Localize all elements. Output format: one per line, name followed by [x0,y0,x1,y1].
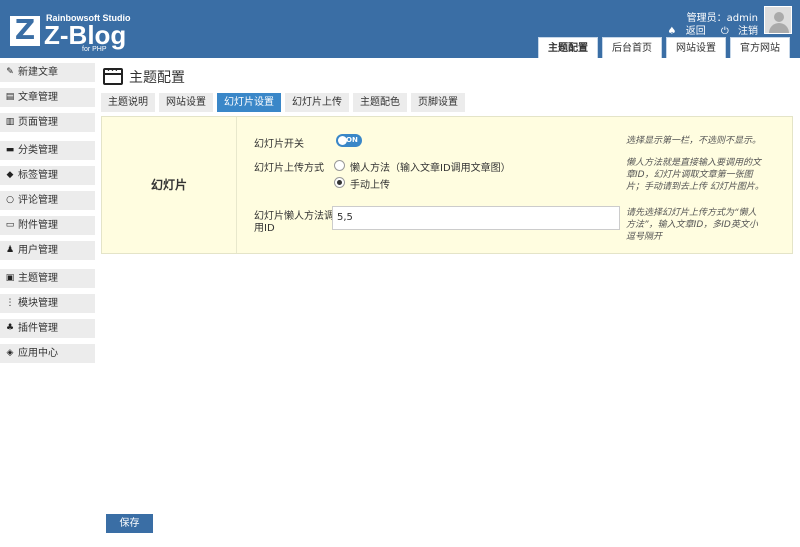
ids-hint-2: 方法”，输入文章ID，多ID英文小 [626,220,758,230]
avatar-body [769,23,789,33]
top-nav-tabs: 主题配置 后台首页 网站设置 官方网站 [534,37,790,58]
home-icon: ♠ [667,26,677,37]
ids-label-2: 用ID [254,223,275,234]
sidebar-item-label: 新建文章 [18,67,58,78]
top-tab-theme-config[interactable]: 主题配置 [538,37,598,58]
method-radio-lazy[interactable] [334,160,345,171]
tag-icon: ◆ [6,170,14,180]
user-links: ♠ 返回 ⏻ 注销 [656,22,758,37]
slideshow-toggle[interactable]: ON [336,134,362,147]
tab-site-settings[interactable]: 网站设置 [159,93,213,112]
tab-theme-colors[interactable]: 主题配色 [353,93,407,112]
sidebar-item-new-article[interactable]: ✎ 新建文章 [0,63,95,82]
attachment-icon: ▭ [5,220,15,230]
method-option-lazy-label: 懒人方法（输入文章ID调用文章图） [350,163,511,174]
sidebar-item-label: 模块管理 [18,298,58,309]
avatar[interactable] [764,6,792,34]
tab-footer-settings[interactable]: 页脚设置 [411,93,465,112]
switch-hint: 选择显示第一栏，不选则不显示。 [626,136,762,146]
ids-hint-3: 逗号隔开 [626,232,663,242]
back-link[interactable]: ♠ 返回 [662,26,706,37]
logo-letter: Z [14,13,36,46]
sidebar-item-label: 附件管理 [18,220,58,231]
sidebar-item-comment-manage[interactable]: ○ 评论管理 [0,191,95,210]
method-option-manual-label: 手动上传 [350,180,390,191]
slideshow-settings-panel: 幻灯片 幻灯片开关 ON 选择显示第一栏，不选则不显示。 幻灯片上传方式 懒人方… [101,116,793,254]
method-hint-2: 章ID，幻灯片调取文章第一张图 [626,170,753,180]
comment-icon: ○ [6,195,14,205]
ids-hint-1: 请先选择幻灯片上传方式为“懒人 [626,208,757,218]
module-icon: ⋮ [5,298,15,308]
method-radio-manual[interactable] [334,177,345,188]
sidebar-item-label: 用户管理 [18,245,58,256]
method-label: 幻灯片上传方式 [254,163,324,174]
sidebar-item-page-manage[interactable]: ▥ 页面管理 [0,113,95,132]
tab-slideshow-settings[interactable]: 幻灯片设置 [217,93,281,112]
logout-label: 注销 [738,26,758,37]
tab-theme-description[interactable]: 主题说明 [101,93,155,112]
sidebar-item-label: 分类管理 [18,145,58,156]
zblog-logo-icon: Z [10,13,40,46]
tab-slideshow-upload[interactable]: 幻灯片上传 [285,93,349,112]
sidebar-item-label: 标签管理 [18,170,58,181]
theme-icon: ▣ [5,273,15,283]
sidebar-item-tag-manage[interactable]: ◆ 标签管理 [0,166,95,185]
page-icon: ▥ [5,117,15,127]
sidebar-item-label: 插件管理 [18,323,58,334]
sidebar-item-plugin-manage[interactable]: ♣ 插件管理 [0,319,95,338]
sidebar-item-label: 文章管理 [18,92,58,103]
sidebar-item-app-center[interactable]: ◈ 应用中心 [0,344,95,363]
logo-sub-text: for PHP [82,46,107,53]
top-tab-official-site[interactable]: 官方网站 [730,37,790,58]
sidebar-item-theme-manage[interactable]: ▣ 主题管理 [0,269,95,288]
window-icon-dots: ••• [107,68,119,74]
edit-icon: ✎ [6,67,14,77]
plugin-icon: ♣ [5,323,15,333]
save-button[interactable]: 保存 [106,514,153,533]
avatar-head [774,12,784,22]
sidebar-item-category-manage[interactable]: ▬ 分类管理 [0,141,95,160]
switch-label: 幻灯片开关 [254,139,304,150]
folder-icon: ▬ [5,145,15,155]
sidebar-item-label: 页面管理 [18,117,58,128]
sidebar-item-article-manage[interactable]: ▤ 文章管理 [0,88,95,107]
section-label: 幻灯片 [102,117,237,253]
ids-input[interactable]: 5,5 [332,206,620,230]
sidebar-item-label: 评论管理 [18,195,58,206]
sidebar-item-label: 应用中心 [18,348,58,359]
page-title-text: 主题配置 [129,70,185,86]
power-icon: ⏻ [720,26,729,37]
back-label: 返回 [685,26,706,37]
app-center-icon: ◈ [6,348,14,358]
sidebar-item-label: 主题管理 [18,273,58,284]
article-icon: ▤ [5,92,15,102]
window-icon: ••• [103,68,123,85]
top-header: Z Rainbowsoft Studio Z-Blog for PHP 管理员：… [0,0,800,58]
top-tab-site-settings[interactable]: 网站设置 [666,37,726,58]
user-icon: ♟ [5,245,15,255]
method-hint-3: 片；手动请到去上传 幻灯片图片。 [626,182,764,192]
top-tab-admin-home[interactable]: 后台首页 [602,37,662,58]
sidebar-item-attachment-manage[interactable]: ▭ 附件管理 [0,216,95,235]
sidebar: ✎ 新建文章 ▤ 文章管理 ▥ 页面管理 ▬ 分类管理 ◆ 标签管理 ○ 评论管理 ▭ 附件管… [0,63,95,369]
method-hint-1: 懒人方法就是直接输入要调用的文 [626,158,762,168]
sidebar-item-user-manage[interactable]: ♟ 用户管理 [0,241,95,260]
sub-tabs: 主题说明 网站设置 幻灯片设置 幻灯片上传 主题配色 页脚设置 [101,93,469,112]
sidebar-item-module-manage[interactable]: ⋮ 模块管理 [0,294,95,313]
logout-link[interactable]: ⏻ 注销 [715,26,758,37]
